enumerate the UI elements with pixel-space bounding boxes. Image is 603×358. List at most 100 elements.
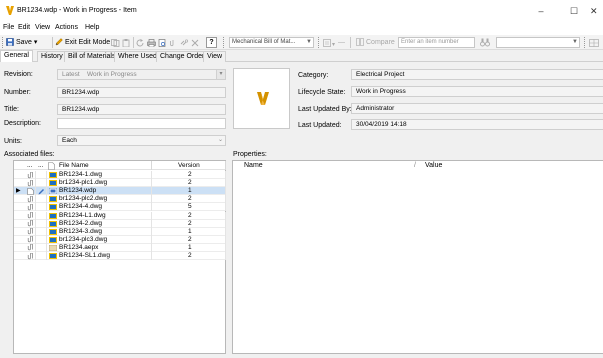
column-divider[interactable] xyxy=(225,161,226,170)
column-divider xyxy=(46,203,47,212)
tab-change-order[interactable]: Change Order xyxy=(156,51,209,62)
table-row[interactable]: br1234-plc2.dwg 2 xyxy=(14,195,226,204)
tab-bar: General History Bill of Materials Where … xyxy=(0,50,603,63)
paperclip-icon xyxy=(27,252,33,259)
save-button[interactable]: Save ▾ xyxy=(6,37,37,48)
sort-indicator-icon[interactable]: / xyxy=(414,162,416,169)
paperclip-icon xyxy=(27,195,33,202)
file-name-cell: BR1234-1.dwg xyxy=(59,171,102,178)
item-number-input[interactable]: Enter an item number xyxy=(398,37,475,48)
menu-edit[interactable]: Edit xyxy=(18,24,30,31)
properties-column-name[interactable]: Name xyxy=(244,162,263,169)
column-divider xyxy=(225,211,226,220)
table-row[interactable]: BR1234-4.dwg 5 xyxy=(14,203,226,212)
compare-label: Compare xyxy=(366,39,395,46)
mechanical-bill-dropdown[interactable]: Mechanical Bill of Mat... ▼ xyxy=(229,37,314,48)
column-divider xyxy=(35,227,36,236)
column-divider[interactable] xyxy=(151,161,152,170)
units-dropdown[interactable]: Each ⌄ xyxy=(57,135,226,146)
vault-logo-icon xyxy=(257,92,269,105)
tab-history[interactable]: History xyxy=(37,51,67,62)
delete-icon[interactable] xyxy=(191,39,200,47)
column-header-status[interactable]: ... xyxy=(27,161,32,170)
help-button[interactable]: ? xyxy=(206,37,217,48)
file-name-cell: BR1234-L1.dwg xyxy=(59,211,106,219)
description-field[interactable] xyxy=(57,118,226,129)
revision-dropdown[interactable]: Latest Work in Progress ▾ xyxy=(57,69,226,80)
tab-where-used[interactable]: Where Used xyxy=(114,51,161,62)
table-row[interactable]: br1234-plc3.dwg 2 xyxy=(14,235,226,244)
file-name-cell: BR1234-4.dwg xyxy=(59,203,102,211)
column-divider xyxy=(35,252,36,260)
attach-icon[interactable] xyxy=(169,39,177,47)
save-dropdown-arrow[interactable]: ▾ xyxy=(34,39,38,46)
toolbar: Save ▾ Exit Edit Mode ? Mechanical Bill … xyxy=(0,35,603,50)
lifecycle-state-field: Work in Progress xyxy=(351,86,603,97)
menu-actions[interactable]: Actions xyxy=(55,24,78,31)
table-row[interactable]: BR1234-1.dwg 2 xyxy=(14,171,226,179)
menu-file[interactable]: File xyxy=(3,24,14,31)
binoculars-icon[interactable] xyxy=(480,38,490,47)
toolbar-grip[interactable] xyxy=(223,37,225,48)
exit-edit-mode-button[interactable]: Exit Edit Mode xyxy=(55,37,110,48)
column-header-version[interactable]: Version xyxy=(178,161,200,170)
number-label: Number: xyxy=(4,89,31,96)
aepx-file-icon xyxy=(49,244,57,251)
menu-view[interactable]: View xyxy=(35,24,50,31)
column-divider xyxy=(35,243,36,252)
column-divider xyxy=(225,235,226,244)
tab-view[interactable]: View xyxy=(203,51,227,62)
toolbar-grip[interactable] xyxy=(584,37,586,48)
tab-bill-of-materials[interactable]: Bill of Materials xyxy=(64,51,120,62)
paperclip-icon xyxy=(27,203,33,211)
menu-help[interactable]: Help xyxy=(85,24,99,31)
column-divider xyxy=(46,235,47,244)
save-icon xyxy=(6,38,14,46)
maximize-button[interactable]: ☐ xyxy=(562,3,586,19)
column-divider xyxy=(46,211,47,220)
table-row[interactable]: ▶ BR1234.wdp 1 xyxy=(14,187,226,196)
table-header: ... ... File Name Version xyxy=(14,161,226,170)
toolbar-grip[interactable] xyxy=(2,37,4,48)
table-row[interactable]: BR1234.aepx 1 xyxy=(14,243,226,252)
column-divider xyxy=(151,179,152,188)
table-row[interactable]: BR1234-3.dwg 1 xyxy=(14,227,226,236)
column-divider xyxy=(151,243,152,252)
table-row[interactable]: BR1234-SL1.dwg 2 xyxy=(14,252,226,260)
toolbar-grip[interactable] xyxy=(318,37,320,48)
column-header-flags[interactable]: ... xyxy=(38,161,43,170)
dwg-file-icon xyxy=(49,172,57,178)
print-preview-icon[interactable] xyxy=(158,39,167,47)
associated-files-label: Associated files: xyxy=(4,151,55,158)
column-header-file-name[interactable]: File Name xyxy=(59,161,89,170)
paste-icon[interactable] xyxy=(122,39,131,47)
column-divider xyxy=(46,179,47,188)
column-divider xyxy=(46,187,47,196)
column-divider xyxy=(225,219,226,228)
grid-view-icon[interactable] xyxy=(589,39,599,47)
table-row[interactable]: BR1234-2.dwg 2 xyxy=(14,219,226,228)
file-version-cell: 1 xyxy=(188,187,192,195)
last-updated-by-label: Last Updated By: xyxy=(298,106,352,113)
table-row[interactable]: br1234-plc1.dwg 2 xyxy=(14,179,226,188)
column-divider xyxy=(35,195,36,204)
file-name-cell: BR1234-2.dwg xyxy=(59,219,102,227)
chevron-down-icon: ▼ xyxy=(572,39,578,45)
last-updated-by-field: Administrator xyxy=(351,103,603,114)
search-scope-dropdown[interactable]: ▼ xyxy=(496,37,580,48)
minimize-button[interactable]: – xyxy=(529,3,553,19)
save-label: Save xyxy=(16,39,32,46)
print-icon[interactable] xyxy=(147,39,156,47)
vault-logo-icon xyxy=(6,6,14,15)
refresh-icon[interactable] xyxy=(136,39,145,47)
toolbar-separator xyxy=(52,37,53,48)
compare-button[interactable]: Compare xyxy=(356,37,395,48)
column-divider xyxy=(225,195,226,204)
table-row[interactable]: BR1234-L1.dwg 2 xyxy=(14,211,226,220)
bom-view-icon[interactable]: ▾ xyxy=(323,39,336,47)
lifecycle-state-label: Lifecycle State: xyxy=(298,89,346,96)
close-button[interactable]: ✕ xyxy=(590,3,603,19)
properties-column-value[interactable]: Value xyxy=(425,162,442,169)
copy-icon[interactable] xyxy=(111,39,120,47)
link-icon[interactable] xyxy=(180,39,189,47)
